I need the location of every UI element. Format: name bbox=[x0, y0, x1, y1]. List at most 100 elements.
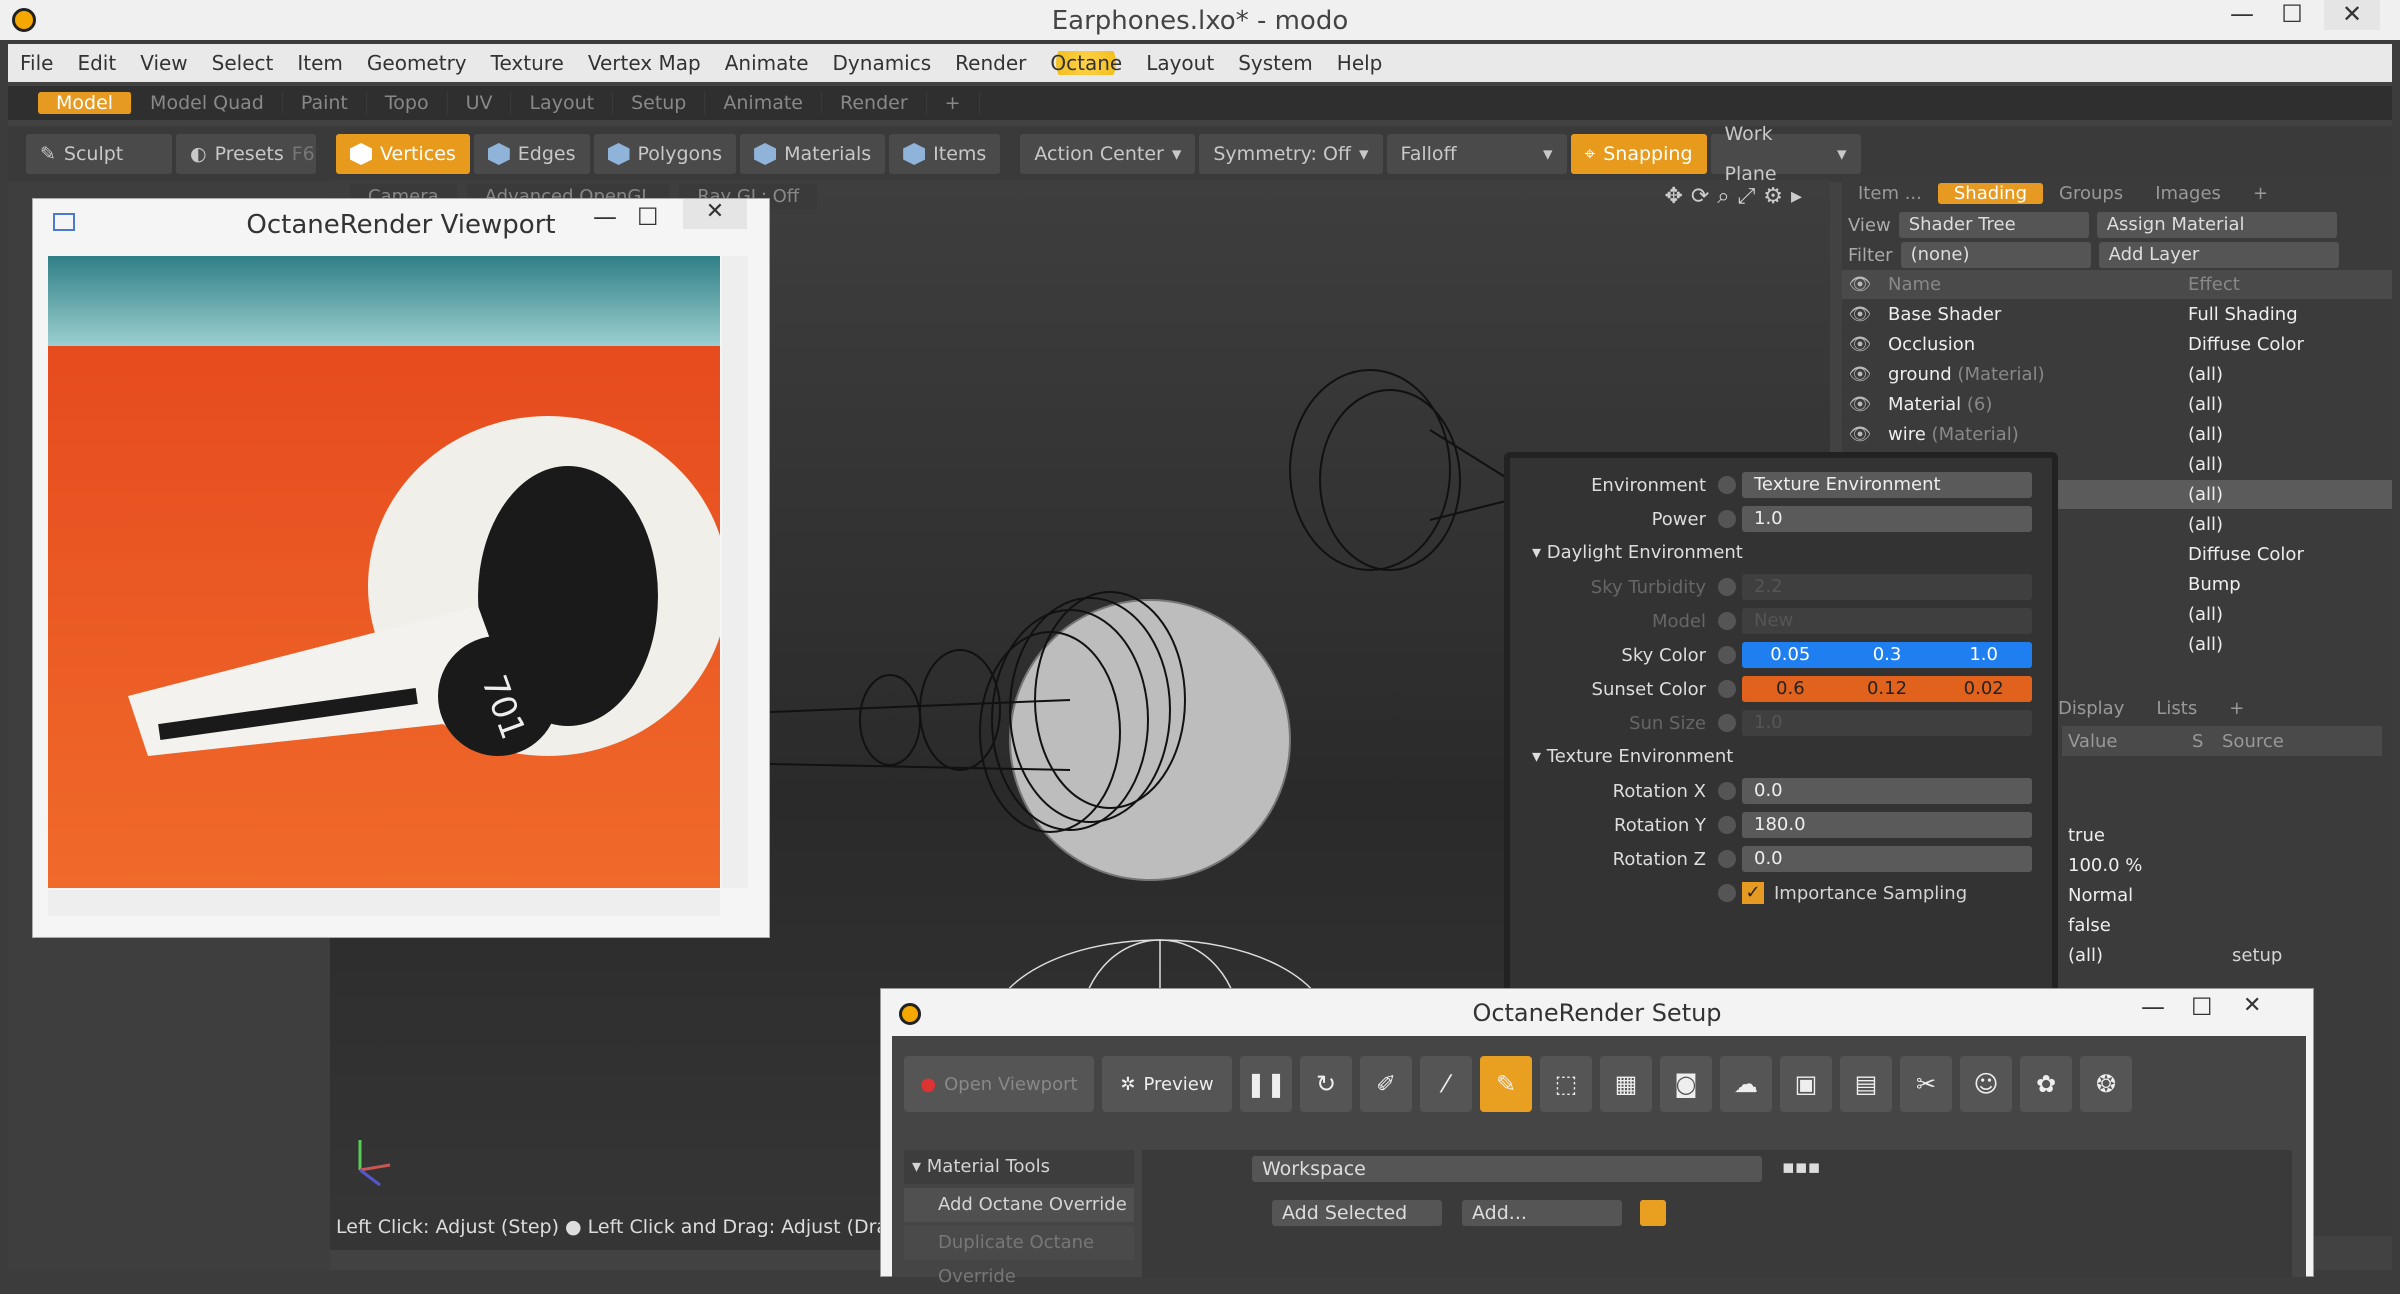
eye-icon[interactable]: 👁 bbox=[1842, 334, 1878, 355]
tab-paint[interactable]: Paint bbox=[283, 92, 367, 114]
menu-render[interactable]: Render bbox=[943, 51, 1038, 75]
menu-item[interactable]: Item bbox=[285, 51, 355, 75]
view-dropdown[interactable]: Shader Tree bbox=[1898, 212, 2089, 238]
menu-file[interactable]: File bbox=[8, 51, 65, 75]
shader-tree-row[interactable]: 👁 Base Shader Full Shading bbox=[1842, 300, 2392, 330]
ovw-minimize-button[interactable]: — bbox=[593, 203, 617, 231]
workspace-dropdown[interactable]: Workspace bbox=[1252, 1156, 1762, 1182]
edges-button[interactable]: Edges bbox=[473, 134, 590, 174]
rotation-x-dot[interactable] bbox=[1718, 782, 1736, 800]
eye-icon[interactable]: 👁 bbox=[1842, 304, 1878, 325]
pick-button[interactable]: ⁄ bbox=[1420, 1056, 1472, 1112]
action-center-dropdown[interactable]: Action Center ▾ bbox=[1020, 134, 1196, 174]
console-button[interactable]: ▣ bbox=[1780, 1056, 1832, 1112]
texture-environment-section[interactable]: ▾ Texture Environment bbox=[1510, 740, 2052, 774]
tab-item[interactable]: Item ... bbox=[1842, 183, 1938, 204]
sculpt-button[interactable]: ✎ Sculpt bbox=[26, 134, 172, 174]
channel-value-row[interactable]: true bbox=[2062, 820, 2382, 850]
power-anim-dot[interactable] bbox=[1718, 510, 1736, 528]
tab-setup[interactable]: Setup bbox=[613, 92, 706, 114]
symmetry-dropdown[interactable]: Symmetry: Off ▾ bbox=[1199, 134, 1383, 174]
environment-anim-dot[interactable] bbox=[1718, 476, 1736, 494]
shader-tree-row[interactable]: 👁 wire (Material) (all) bbox=[1842, 420, 2392, 450]
open-viewport-button[interactable]: ● Open Viewport bbox=[904, 1056, 1094, 1112]
falloff-dropdown[interactable]: Falloff ▾ bbox=[1386, 134, 1567, 174]
tab-render[interactable]: Render bbox=[822, 92, 927, 114]
menu-layout[interactable]: Layout bbox=[1134, 51, 1226, 75]
minimize-button[interactable]: — bbox=[2214, 0, 2270, 30]
menu-select[interactable]: Select bbox=[200, 51, 286, 75]
monitor-button[interactable]: ▤ bbox=[1840, 1056, 1892, 1112]
menu-animate[interactable]: Animate bbox=[713, 51, 821, 75]
tab-shading[interactable]: Shading bbox=[1937, 182, 2043, 204]
tab-uv[interactable]: UV bbox=[448, 92, 512, 114]
channel-value-row[interactable] bbox=[2062, 760, 2382, 790]
menu-vertex-map[interactable]: Vertex Map bbox=[576, 51, 713, 75]
eye-icon[interactable]: 👁 bbox=[1842, 364, 1878, 385]
materials-button[interactable]: Materials bbox=[740, 134, 886, 174]
materials-palette-button[interactable]: ✿ bbox=[2020, 1056, 2072, 1112]
snapping-button[interactable]: ⌖ Snapping bbox=[1570, 134, 1707, 174]
restart-button[interactable]: ↻ bbox=[1300, 1056, 1352, 1112]
menu-edit[interactable]: Edit bbox=[65, 51, 128, 75]
presets-button[interactable]: ◐ Presets F6 bbox=[176, 134, 316, 174]
sunset-color-g[interactable]: 0.12 bbox=[1839, 676, 1936, 702]
node-color-icon[interactable] bbox=[1640, 1200, 1666, 1226]
filter-dropdown[interactable]: (none) bbox=[1900, 242, 2091, 268]
tools-button[interactable]: ✂ bbox=[1900, 1056, 1952, 1112]
channel-value[interactable]: 100.0 % bbox=[2062, 855, 2192, 876]
channel-value-row[interactable]: (all) setup bbox=[2062, 940, 2382, 970]
tab-lists[interactable]: Lists bbox=[2140, 698, 2213, 719]
settings-c-button[interactable]: ☁ bbox=[1720, 1056, 1772, 1112]
settings-a-button[interactable]: ▦ bbox=[1600, 1056, 1652, 1112]
node-workspace[interactable]: Workspace ▪▪▪ Add Selected Add... bbox=[1142, 1150, 2292, 1278]
rotation-z-dot[interactable] bbox=[1718, 850, 1736, 868]
menu-octane[interactable]: Octane bbox=[1038, 51, 1135, 75]
polygons-button[interactable]: Polygons bbox=[593, 134, 737, 174]
add-lower-tab-button[interactable]: + bbox=[2213, 698, 2260, 719]
osw-maximize-button[interactable]: ☐ bbox=[2191, 993, 2213, 1021]
sunset-color-b[interactable]: 0.02 bbox=[1935, 676, 2032, 702]
preview-button[interactable]: ✲ Preview bbox=[1102, 1056, 1232, 1112]
octane-viewport-horizontal-scrollbar[interactable] bbox=[48, 890, 720, 916]
pause-button[interactable]: ❚❚ bbox=[1240, 1056, 1292, 1112]
items-button[interactable]: Items bbox=[889, 134, 1001, 174]
env-pick-button[interactable]: ✎ bbox=[1480, 1056, 1532, 1112]
rotation-x-field[interactable]: 0.0 bbox=[1742, 778, 2032, 804]
eye-icon[interactable]: 👁 bbox=[1842, 394, 1878, 415]
rotation-y-field[interactable]: 180.0 bbox=[1742, 812, 2032, 838]
menu-texture[interactable]: Texture bbox=[479, 51, 576, 75]
ovw-close-button[interactable]: ✕ bbox=[683, 199, 747, 229]
rotation-z-field[interactable]: 0.0 bbox=[1742, 846, 2032, 872]
sky-color-dot[interactable] bbox=[1718, 646, 1736, 664]
environment-dropdown[interactable]: Texture Environment bbox=[1742, 472, 2032, 498]
tab-model-quad[interactable]: Model Quad bbox=[132, 92, 283, 114]
rotation-y-dot[interactable] bbox=[1718, 816, 1736, 834]
vertices-button[interactable]: Vertices bbox=[336, 134, 470, 174]
settings-b-button[interactable]: ◙ bbox=[1660, 1056, 1712, 1112]
shader-tree-row[interactable]: 👁 Material (6) (all) bbox=[1842, 390, 2392, 420]
menu-dynamics[interactable]: Dynamics bbox=[821, 51, 944, 75]
sky-color-r[interactable]: 0.05 bbox=[1742, 642, 1839, 668]
sunset-color-r[interactable]: 0.6 bbox=[1742, 676, 1839, 702]
osw-minimize-button[interactable]: — bbox=[2141, 993, 2165, 1021]
osw-close-button[interactable]: ✕ bbox=[2243, 993, 2261, 1018]
add-node-dropdown[interactable]: Add... bbox=[1462, 1200, 1622, 1226]
add-layer-dropdown[interactable]: Add Layer bbox=[2098, 242, 2339, 268]
tab-model[interactable]: Model bbox=[38, 92, 133, 114]
add-selected-button[interactable]: Add Selected bbox=[1272, 1200, 1442, 1226]
tab-layout[interactable]: Layout bbox=[511, 92, 614, 114]
maximize-button[interactable]: ☐ bbox=[2264, 0, 2320, 30]
add-octane-override-button[interactable]: Add Octane Override bbox=[904, 1188, 1134, 1222]
octane-viewport-vertical-scrollbar[interactable] bbox=[722, 256, 748, 888]
menu-view[interactable]: View bbox=[128, 51, 199, 75]
sky-color-b[interactable]: 1.0 bbox=[1935, 642, 2032, 668]
menu-system[interactable]: System bbox=[1226, 51, 1325, 75]
sky-color-g[interactable]: 0.3 bbox=[1839, 642, 1936, 668]
grid-layout-icon[interactable]: ▪▪▪ bbox=[1782, 1156, 1821, 1178]
channel-value[interactable]: false bbox=[2062, 915, 2192, 936]
region-button[interactable]: ⬚ bbox=[1540, 1056, 1592, 1112]
tab-groups[interactable]: Groups bbox=[2043, 183, 2139, 204]
add-tab-button[interactable]: + bbox=[2237, 183, 2284, 204]
channel-value-row[interactable]: Normal bbox=[2062, 880, 2382, 910]
